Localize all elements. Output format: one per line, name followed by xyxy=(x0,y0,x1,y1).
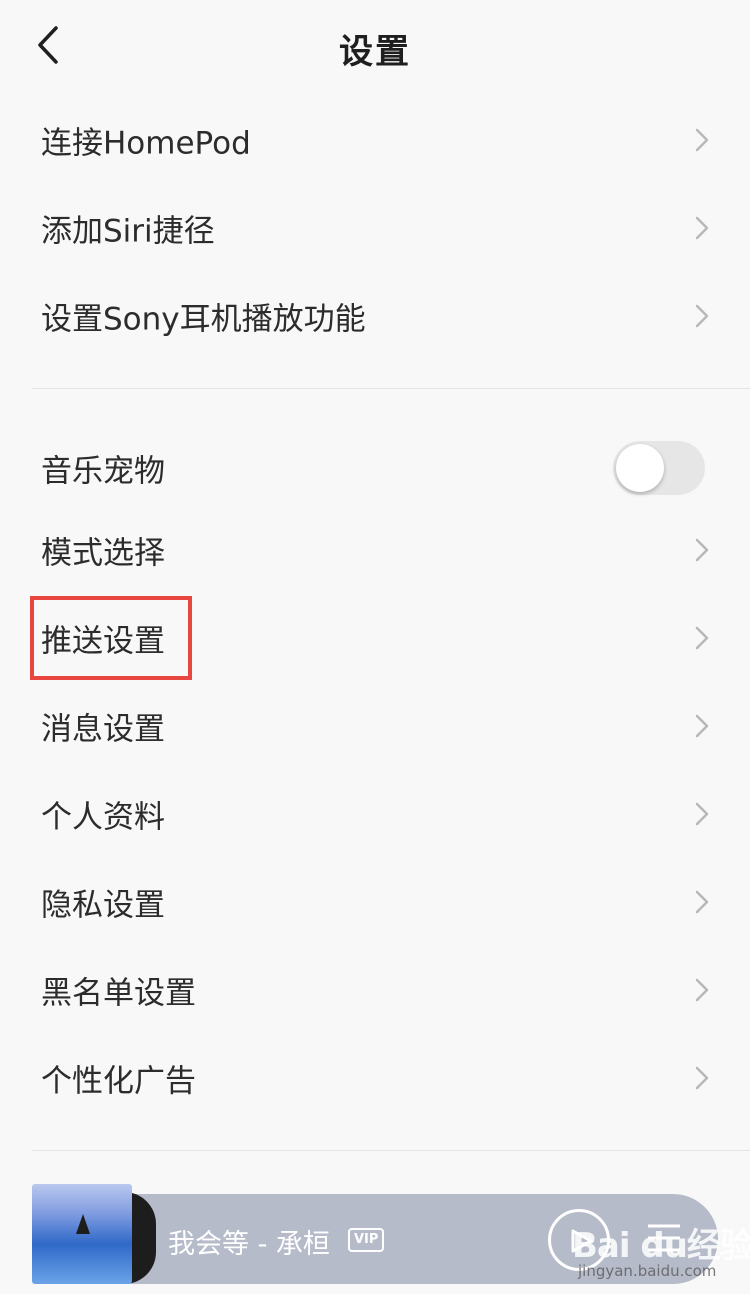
music-pet-toggle[interactable] xyxy=(613,441,705,495)
watermark-url: jingyan.baidu.com xyxy=(578,1262,717,1280)
setting-row-message-settings[interactable]: 消息设置 xyxy=(0,686,750,766)
album-cover[interactable] xyxy=(32,1184,132,1284)
highlight-box xyxy=(30,596,192,680)
setting-row-connect-homepod[interactable]: 连接HomePod xyxy=(0,100,750,180)
watermark-logo: Bai du经验 xyxy=(572,1226,750,1266)
chevron-right-icon xyxy=(695,626,709,650)
setting-row-profile[interactable]: 个人资料 xyxy=(0,774,750,854)
chevron-right-icon xyxy=(695,128,709,152)
setting-label: 模式选择 xyxy=(41,535,165,572)
toggle-knob xyxy=(616,444,664,492)
setting-row-sony-headphones[interactable]: 设置Sony耳机播放功能 xyxy=(0,276,750,356)
track-title: 我会等 - 承桓 xyxy=(168,1229,330,1260)
chevron-right-icon xyxy=(695,216,709,240)
setting-label: 设置Sony耳机播放功能 xyxy=(41,301,366,338)
setting-label: 添加Siri捷径 xyxy=(41,213,215,250)
setting-row-add-siri-shortcut[interactable]: 添加Siri捷径 xyxy=(0,188,750,268)
chevron-right-icon xyxy=(695,714,709,738)
chevron-right-icon xyxy=(695,1066,709,1090)
setting-row-personalized-ads[interactable]: 个性化广告 xyxy=(0,1038,750,1118)
setting-row-privacy[interactable]: 隐私设置 xyxy=(0,862,750,942)
figure-icon xyxy=(76,1214,90,1234)
setting-label: 音乐宠物 xyxy=(41,453,165,490)
chevron-right-icon xyxy=(695,978,709,1002)
setting-label: 黑名单设置 xyxy=(41,975,196,1012)
setting-label: 个人资料 xyxy=(41,799,165,836)
page-title: 设置 xyxy=(339,32,411,72)
setting-label: 个性化广告 xyxy=(41,1063,196,1100)
setting-row-blacklist[interactable]: 黑名单设置 xyxy=(0,950,750,1030)
chevron-right-icon xyxy=(695,802,709,826)
setting-label: 隐私设置 xyxy=(41,887,165,924)
vip-badge: VIP xyxy=(348,1228,385,1252)
chevron-right-icon xyxy=(695,304,709,328)
setting-row-music-pet: 音乐宠物 xyxy=(0,428,750,508)
setting-row-mode-select[interactable]: 模式选择 xyxy=(0,510,750,590)
chevron-right-icon xyxy=(695,890,709,914)
section-divider xyxy=(32,1150,750,1151)
section-divider xyxy=(32,388,750,389)
top-nav-bar: 设置 xyxy=(0,0,750,90)
setting-label: 连接HomePod xyxy=(41,125,251,162)
setting-label: 消息设置 xyxy=(41,711,165,748)
chevron-right-icon xyxy=(695,538,709,562)
